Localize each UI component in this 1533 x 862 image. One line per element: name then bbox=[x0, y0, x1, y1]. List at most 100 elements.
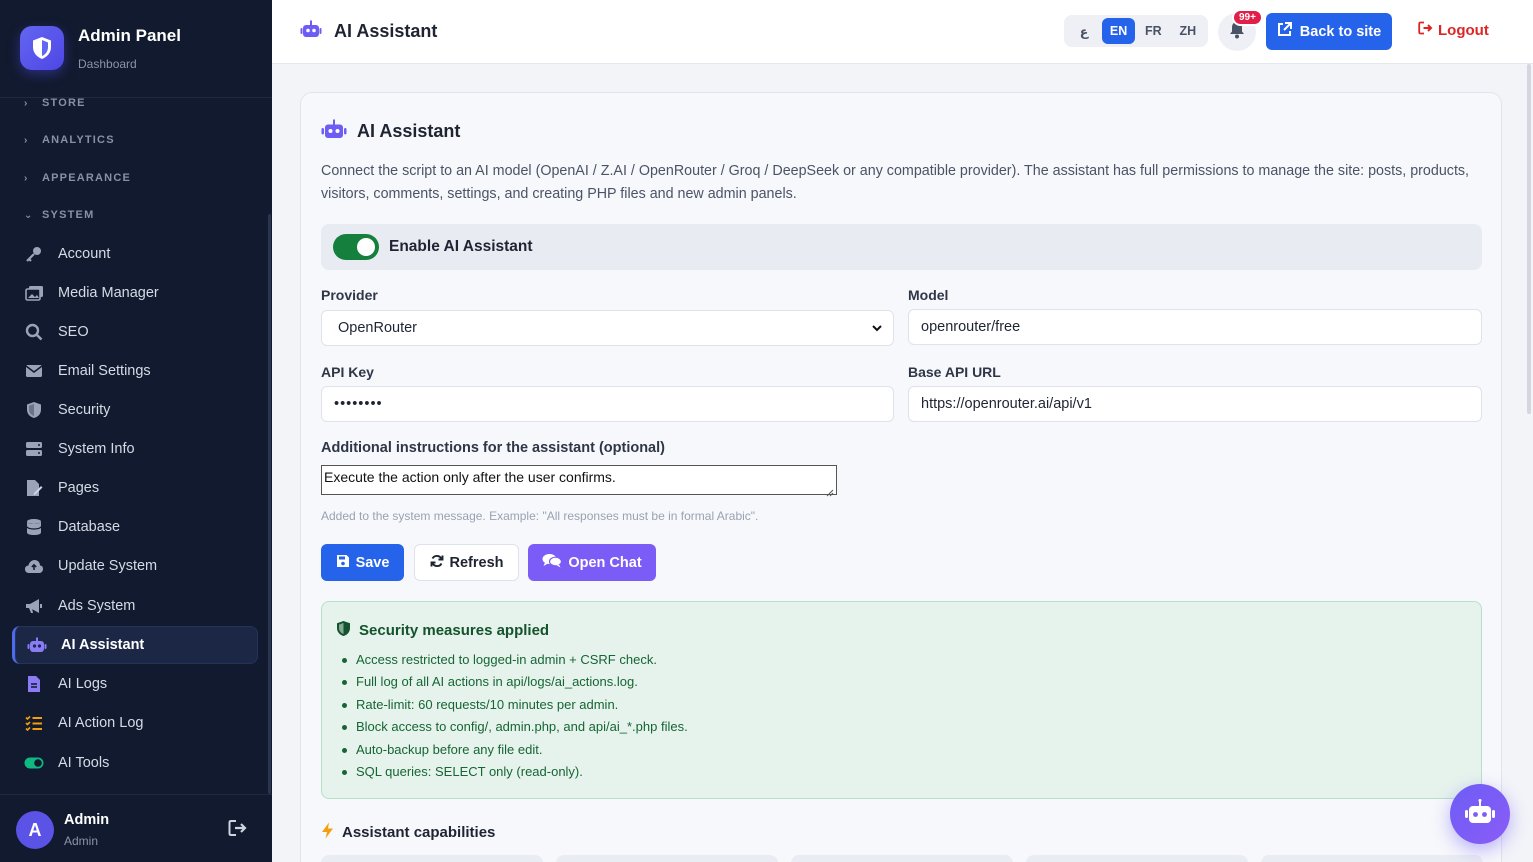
section-store[interactable]: › STORE bbox=[24, 97, 86, 109]
api-key-label: API Key bbox=[321, 364, 374, 380]
sidebar-item-ai-logs[interactable]: AI Logs bbox=[12, 665, 258, 703]
sidebar-item-seo[interactable]: SEO bbox=[12, 313, 258, 351]
cloud-icon bbox=[24, 556, 44, 576]
open-chat-button[interactable]: Open Chat bbox=[528, 544, 656, 581]
instructions-textarea[interactable]: Execute the action only after the user c… bbox=[321, 465, 837, 497]
list-item: Rate-limit: 60 requests/10 minutes per a… bbox=[342, 697, 688, 719]
language-switcher: ع EN FR ZH bbox=[1064, 15, 1208, 47]
card-title: AI Assistant bbox=[321, 119, 460, 144]
sidebar-item-security[interactable]: Security bbox=[12, 391, 258, 429]
shield-icon bbox=[336, 620, 351, 641]
base-url-label: Base API URL bbox=[908, 364, 1001, 380]
sidebar-item-database[interactable]: Database bbox=[12, 508, 258, 546]
instructions-label: Additional instructions for the assistan… bbox=[321, 440, 665, 456]
images-icon bbox=[24, 283, 44, 303]
lang-en[interactable]: EN bbox=[1102, 18, 1136, 44]
sidebar-item-system-info[interactable]: System Info bbox=[12, 430, 258, 468]
user-role: Admin bbox=[64, 834, 99, 848]
logout-button[interactable]: Logout bbox=[1418, 21, 1489, 39]
save-icon bbox=[336, 554, 350, 572]
page-title: AI Assistant bbox=[300, 20, 437, 43]
sidebar-item-email-settings[interactable]: Email Settings bbox=[12, 352, 258, 390]
robot-icon bbox=[27, 635, 47, 655]
topbar: AI Assistant ع EN FR ZH 99+ Back to site… bbox=[272, 0, 1533, 64]
sidebar-item-update-system[interactable]: Update System bbox=[12, 547, 258, 585]
file-edit-icon bbox=[24, 478, 44, 498]
model-value: openrouter/free bbox=[921, 319, 1021, 335]
capability-card bbox=[556, 855, 778, 862]
capabilities-title: Assistant capabilities bbox=[321, 822, 495, 843]
resize-handle-icon[interactable] bbox=[826, 484, 834, 497]
back-to-site-label: Back to site bbox=[1299, 23, 1382, 40]
list-item: Block access to config/, admin.php, and … bbox=[342, 719, 688, 741]
save-button[interactable]: Save bbox=[321, 544, 404, 581]
chevron-down-icon bbox=[871, 322, 883, 338]
instructions-value: Execute the action only after the user c… bbox=[324, 469, 616, 485]
capability-card bbox=[1026, 855, 1248, 862]
sign-out-icon[interactable] bbox=[228, 819, 250, 841]
sidebar-item-media-manager[interactable]: Media Manager bbox=[12, 274, 258, 312]
lang-zh[interactable]: ZH bbox=[1172, 18, 1204, 44]
enable-ai-toggle[interactable] bbox=[333, 234, 379, 260]
sidebar: Admin Panel Dashboard › STORE › ANALYTICS … bbox=[0, 0, 272, 862]
sign-out-icon bbox=[1418, 21, 1433, 39]
provider-select[interactable]: OpenRouter bbox=[321, 310, 894, 346]
sidebar-item-label: Email Settings bbox=[58, 363, 151, 379]
page-scrollbar[interactable] bbox=[1527, 64, 1531, 414]
section-appearance[interactable]: › APPEARANCE bbox=[24, 172, 131, 184]
sidebar-item-label: Update System bbox=[58, 558, 158, 574]
lang-ar[interactable]: ع bbox=[1068, 18, 1100, 44]
sidebar-item-ai-tools[interactable]: AI Tools bbox=[12, 744, 258, 782]
sidebar-item-label: Security bbox=[58, 402, 111, 418]
sidebar-item-pages[interactable]: Pages bbox=[12, 469, 258, 507]
sidebar-item-label: Pages bbox=[58, 480, 100, 496]
lang-fr[interactable]: FR bbox=[1137, 18, 1169, 44]
list-item: SQL queries: SELECT only (read-only). bbox=[342, 764, 688, 786]
brand: Admin Panel Dashboard bbox=[0, 0, 272, 98]
toggle-icon bbox=[24, 753, 44, 773]
sidebar-item-label: AI Assistant bbox=[61, 637, 145, 653]
sidebar-item-label: Ads System bbox=[58, 598, 136, 614]
section-system[interactable]: ⌄ SYSTEM bbox=[24, 209, 94, 221]
enable-ai-row: Enable AI Assistant bbox=[321, 224, 1482, 270]
back-to-site-button[interactable]: Back to site bbox=[1266, 13, 1392, 50]
section-label: STORE bbox=[42, 97, 86, 109]
robot-icon bbox=[300, 20, 322, 43]
api-key-value: •••••••• bbox=[334, 396, 383, 412]
sidebar-scrollbar[interactable] bbox=[268, 214, 271, 794]
api-key-input[interactable]: •••••••• bbox=[321, 386, 894, 422]
security-title-text: Security measures applied bbox=[359, 622, 550, 639]
refresh-button[interactable]: Refresh bbox=[414, 544, 519, 581]
sidebar-item-ai-action-log[interactable]: AI Action Log bbox=[12, 704, 258, 742]
chevron-right-icon: › bbox=[24, 97, 29, 109]
base-url-input[interactable]: https://openrouter.ai/api/v1 bbox=[908, 386, 1482, 422]
sidebar-item-label: AI Action Log bbox=[58, 715, 144, 731]
card-title-text: AI Assistant bbox=[357, 121, 461, 141]
server-icon bbox=[24, 439, 44, 459]
description: Connect the script to an AI model (OpenA… bbox=[321, 163, 1470, 202]
enable-ai-label: Enable AI Assistant bbox=[389, 238, 533, 255]
robot-icon bbox=[1464, 798, 1496, 830]
save-label: Save bbox=[355, 554, 390, 571]
refresh-icon bbox=[430, 554, 444, 572]
chevron-down-icon: ⌄ bbox=[24, 209, 34, 221]
user-name: Admin bbox=[64, 812, 110, 828]
section-label: SYSTEM bbox=[42, 209, 95, 221]
base-url-value: https://openrouter.ai/api/v1 bbox=[921, 396, 1092, 412]
sidebar-item-account[interactable]: Account bbox=[12, 235, 258, 273]
key-icon bbox=[24, 244, 44, 264]
capability-card bbox=[791, 855, 1013, 862]
sidebar-item-ai-assistant[interactable]: AI Assistant bbox=[12, 626, 258, 664]
sidebar-item-label: Account bbox=[58, 246, 111, 262]
refresh-label: Refresh bbox=[449, 554, 504, 571]
chat-fab-button[interactable] bbox=[1450, 784, 1510, 844]
provider-value: OpenRouter bbox=[338, 320, 417, 336]
section-label: ANALYTICS bbox=[42, 134, 115, 146]
chevron-right-icon: › bbox=[24, 134, 29, 146]
sidebar-item-label: SEO bbox=[58, 324, 89, 340]
section-analytics[interactable]: › ANALYTICS bbox=[24, 134, 115, 146]
list-item: Access restricted to logged-in admin + C… bbox=[342, 652, 688, 674]
ai-assistant-card: AI Assistant Connect the script to an AI… bbox=[300, 92, 1502, 862]
model-input[interactable]: openrouter/free bbox=[908, 309, 1482, 345]
sidebar-item-ads-system[interactable]: Ads System bbox=[12, 587, 258, 625]
